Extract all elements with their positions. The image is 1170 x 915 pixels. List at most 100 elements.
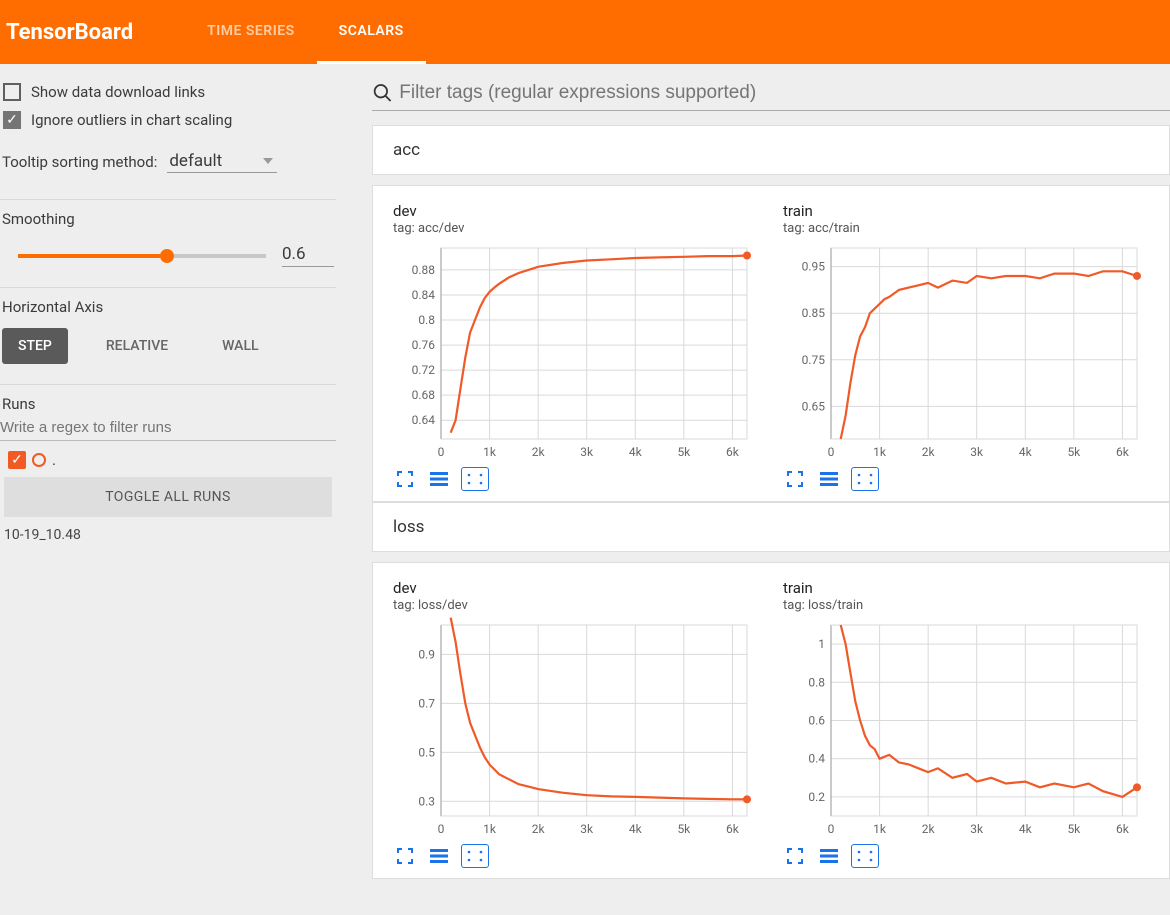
svg-text:5k: 5k [677, 445, 691, 459]
sidebar: Show data download links ✓ Ignore outlie… [0, 64, 336, 895]
tooltip-sort-label: Tooltip sorting method: [2, 153, 157, 171]
section-header-acc[interactable]: acc [372, 125, 1170, 175]
fit-domain-icon[interactable] [851, 467, 879, 491]
svg-text:0.8: 0.8 [418, 313, 435, 327]
svg-text:6k: 6k [726, 445, 740, 459]
run-row[interactable]: ✓ . [0, 441, 336, 473]
svg-text:4k: 4k [1019, 822, 1033, 836]
fit-domain-icon[interactable] [851, 844, 879, 868]
svg-text:0: 0 [438, 445, 445, 459]
toggle-all-runs-button[interactable]: TOGGLE ALL RUNS [4, 477, 332, 517]
tab-scalars[interactable]: SCALARS [317, 0, 426, 64]
svg-text:3k: 3k [970, 445, 984, 459]
svg-text:3k: 3k [580, 822, 594, 836]
expand-icon[interactable] [393, 467, 417, 491]
runs-label: Runs [0, 395, 336, 413]
svg-text:1k: 1k [873, 822, 887, 836]
svg-text:0: 0 [828, 445, 835, 459]
svg-text:0.65: 0.65 [802, 399, 826, 413]
chart-tag: tag: loss/train [783, 598, 1145, 613]
chart-acc-dev: dev tag: acc/dev 0 1k 2k 3k 4k 5k 6k 0.64 0.68 0.… [393, 202, 755, 491]
svg-text:0.2: 0.2 [808, 790, 825, 804]
expand-icon[interactable] [783, 844, 807, 868]
svg-text:0.72: 0.72 [412, 363, 436, 377]
svg-text:1k: 1k [483, 445, 497, 459]
chart-title: dev [393, 202, 755, 220]
list-icon[interactable] [427, 844, 451, 868]
svg-text:0: 0 [438, 822, 445, 836]
chart-title: train [783, 202, 1145, 220]
run-color-icon [32, 453, 46, 467]
show-download-links-row[interactable]: Show data download links [0, 78, 336, 106]
expand-icon[interactable] [783, 467, 807, 491]
svg-text:0.85: 0.85 [802, 306, 826, 320]
section-title: loss [373, 503, 1169, 551]
tab-time-series[interactable]: TIME SERIES [185, 0, 317, 64]
svg-text:0.5: 0.5 [418, 745, 435, 759]
horizontal-axis-label: Horizontal Axis [0, 298, 336, 316]
search-icon [372, 82, 393, 104]
svg-text:2k: 2k [532, 822, 546, 836]
ignore-outliers-label: Ignore outliers in chart scaling [31, 111, 232, 129]
fit-domain-icon[interactable] [461, 844, 489, 868]
fit-domain-icon[interactable] [461, 467, 489, 491]
tag-filter-input[interactable] [399, 82, 1170, 104]
svg-text:2k: 2k [532, 445, 546, 459]
chart-tag: tag: acc/dev [393, 221, 755, 236]
checkbox-checked-icon[interactable]: ✓ [3, 111, 21, 129]
chevron-down-icon [263, 158, 273, 164]
list-icon[interactable] [817, 844, 841, 868]
svg-text:1k: 1k [483, 822, 497, 836]
svg-text:0.88: 0.88 [412, 263, 436, 277]
ignore-outliers-row[interactable]: ✓ Ignore outliers in chart scaling [0, 106, 336, 134]
svg-text:0.9: 0.9 [418, 647, 435, 661]
svg-text:0.68: 0.68 [412, 388, 436, 402]
svg-text:0.95: 0.95 [802, 260, 826, 274]
svg-text:0.7: 0.7 [418, 696, 435, 710]
runs-filter-input[interactable] [0, 413, 336, 441]
chart-title: train [783, 579, 1145, 597]
list-icon[interactable] [817, 467, 841, 491]
svg-text:0.3: 0.3 [418, 794, 435, 808]
list-icon[interactable] [427, 467, 451, 491]
svg-text:1k: 1k [873, 445, 887, 459]
svg-text:3k: 3k [580, 445, 594, 459]
svg-text:3k: 3k [970, 822, 984, 836]
svg-text:0.6: 0.6 [808, 714, 825, 728]
svg-text:0.84: 0.84 [412, 288, 436, 302]
svg-text:0.4: 0.4 [808, 752, 825, 766]
svg-text:4k: 4k [629, 445, 643, 459]
axis-wall-button[interactable]: WALL [206, 328, 274, 364]
expand-icon[interactable] [393, 844, 417, 868]
smoothing-value-input[interactable]: 0.6 [282, 244, 334, 267]
checkbox-unchecked-icon[interactable] [3, 83, 21, 101]
axis-step-button[interactable]: STEP [2, 328, 68, 364]
svg-text:6k: 6k [726, 822, 740, 836]
smoothing-label: Smoothing [0, 210, 336, 228]
tooltip-sort-value: default [169, 151, 222, 171]
slider-thumb-icon[interactable] [160, 249, 174, 263]
svg-text:4k: 4k [1019, 445, 1033, 459]
axis-relative-button[interactable]: RELATIVE [90, 328, 184, 364]
svg-text:4k: 4k [629, 822, 643, 836]
chart-loss-train: train tag: loss/train 01k2k3k4k5k6k0.20.… [783, 579, 1145, 868]
run-checkbox-icon[interactable]: ✓ [8, 451, 26, 469]
svg-text:5k: 5k [1067, 445, 1081, 459]
svg-text:5k: 5k [1067, 822, 1081, 836]
tooltip-sort-select[interactable]: default [167, 150, 277, 173]
show-download-label: Show data download links [31, 83, 205, 101]
sidebar-timestamp: 10-19_10.48 [0, 517, 336, 553]
chart-tag: tag: acc/train [783, 221, 1145, 236]
chart-loss-dev: dev tag: loss/dev 01k2k3k4k5k6k0.30.50.7… [393, 579, 755, 868]
svg-text:0: 0 [828, 822, 835, 836]
charts-row-loss: dev tag: loss/dev 01k2k3k4k5k6k0.30.50.7… [372, 562, 1170, 879]
app-header: TensorBoard TIME SERIES SCALARS [0, 0, 1170, 64]
svg-text:2k: 2k [922, 822, 936, 836]
main-content: acc dev tag: acc/dev 0 1k 2k 3k 4k 5k 6k 0.64 0.… [336, 64, 1170, 895]
svg-text:1: 1 [818, 637, 825, 651]
section-header-loss[interactable]: loss [372, 502, 1170, 552]
smoothing-slider[interactable] [18, 254, 266, 258]
section-title: acc [373, 126, 1169, 174]
svg-text:0.75: 0.75 [802, 353, 826, 367]
svg-text:0.64: 0.64 [412, 413, 436, 427]
